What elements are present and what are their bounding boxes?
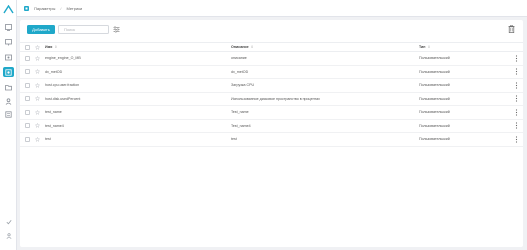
star-icon[interactable]: [35, 69, 40, 75]
list-icon: [5, 110, 12, 118]
cell-type: Пользовательский: [419, 137, 450, 142]
cell-description: dx_metOD: [231, 69, 249, 74]
sidebar-item-users[interactable]: [3, 96, 14, 106]
cell-description: Test_name: [231, 110, 249, 115]
header-type-label: Тип: [419, 45, 426, 49]
star-icon[interactable]: [35, 44, 40, 50]
cell-name[interactable]: dx_metOD: [45, 70, 62, 74]
sidebar-item-settings[interactable]: [3, 52, 14, 62]
select-all-checkbox[interactable]: [25, 44, 30, 50]
star-icon[interactable]: [35, 109, 40, 115]
cell-type: Пользовательский: [419, 123, 450, 128]
row-checkbox[interactable]: [25, 136, 30, 142]
breadcrumb: Параметры / Метрики: [17, 0, 527, 17]
cell-type: Пользовательский: [419, 56, 450, 61]
sidebar-item-metrics[interactable]: [3, 67, 14, 77]
settings-icon: [5, 54, 12, 60]
more-icon[interactable]: [515, 136, 518, 143]
sidebar-item-monitor[interactable]: [3, 37, 14, 47]
more-icon[interactable]: [515, 122, 518, 129]
header-description[interactable]: Описание ⇕: [231, 45, 254, 49]
sort-icon: ⇕: [427, 45, 431, 49]
more-icon[interactable]: [515, 95, 518, 102]
trash-icon[interactable]: [508, 25, 515, 33]
filter-icon[interactable]: [113, 26, 120, 33]
dashboard-icon: [5, 23, 12, 31]
cell-type: Пользовательский: [419, 69, 450, 74]
check-icon: [6, 219, 12, 225]
cell-name[interactable]: host.disk.usedPercent: [45, 97, 80, 101]
cell-description: описание: [231, 56, 247, 61]
logo-icon[interactable]: [3, 5, 14, 14]
more-icon[interactable]: [515, 68, 518, 75]
sidebar-item-check[interactable]: [3, 218, 14, 226]
cell-description: Загрузка CPU: [231, 83, 255, 88]
cell-type: Пользовательский: [419, 96, 450, 101]
star-icon[interactable]: [35, 82, 40, 88]
more-icon[interactable]: [515, 109, 518, 116]
table-row[interactable]: host.disk.usedPercent Использованное дис…: [20, 93, 523, 106]
cell-name[interactable]: test_name4: [45, 124, 64, 128]
row-checkbox[interactable]: [25, 109, 30, 115]
star-icon[interactable]: [35, 96, 40, 102]
table-row[interactable]: host.cpu.user.fraction Загрузка CPU Поль…: [20, 79, 523, 93]
table-header: Имя ⇕ Описание ⇕ Тип ⇕: [20, 42, 523, 52]
star-icon[interactable]: [35, 55, 40, 61]
cell-description: Использованное дисковое пространство в п…: [231, 96, 320, 101]
header-description-label: Описание: [231, 45, 249, 49]
cell-name[interactable]: test: [45, 137, 51, 141]
users-icon: [5, 97, 12, 105]
sidebar-item-user[interactable]: [3, 232, 14, 240]
sidebar-item-list[interactable]: [3, 109, 14, 119]
row-checkbox[interactable]: [25, 55, 30, 61]
monitor-icon: [5, 38, 12, 45]
table-row[interactable]: dx_metOD dx_metOD Пользовательский: [20, 66, 523, 79]
row-checkbox[interactable]: [25, 69, 30, 75]
sidebar-item-dashboard[interactable]: [3, 22, 14, 32]
table-row[interactable]: test test Пользовательский: [20, 133, 523, 147]
sort-icon: ⇕: [54, 45, 58, 49]
cell-name[interactable]: host.cpu.user.fraction: [45, 83, 79, 87]
breadcrumb-item-metrics: Метрики: [66, 5, 83, 11]
star-icon[interactable]: [35, 136, 40, 142]
row-checkbox[interactable]: [25, 123, 30, 129]
header-name[interactable]: Имя ⇕: [45, 45, 57, 49]
table-row[interactable]: engine_engine_O_MB описание Пользователь…: [20, 52, 523, 66]
sidebar-item-folder[interactable]: [3, 82, 14, 92]
search-input[interactable]: [58, 25, 109, 34]
cell-name[interactable]: test_name: [45, 110, 62, 114]
more-icon[interactable]: [515, 55, 518, 62]
metrics-table: Имя ⇕ Описание ⇕ Тип ⇕ engine_engine_O_MB о…: [20, 42, 523, 147]
breadcrumb-separator: /: [60, 5, 62, 11]
table-row[interactable]: test_name Test_name Пользовательский: [20, 106, 523, 120]
create-button[interactable]: Добавить: [27, 25, 55, 34]
row-checkbox[interactable]: [25, 96, 30, 102]
header-type[interactable]: Тип ⇕: [419, 45, 430, 49]
metrics-panel: Добавить Имя⇕ Описание⇕ Тип⇕ engine_engi…: [20, 20, 523, 247]
home-icon[interactable]: [24, 5, 29, 11]
more-icon[interactable]: [515, 82, 518, 89]
header-name-label: Имя: [45, 45, 53, 49]
cell-description: Test_name4: [231, 123, 251, 128]
cell-description: test: [231, 137, 237, 142]
cell-type: Пользовательский: [419, 110, 450, 115]
sidebar: [0, 0, 17, 250]
metrics-icon: [5, 68, 12, 76]
table-row[interactable]: test_name4 Test_name4 Пользовательский: [20, 120, 523, 133]
breadcrumb-item-parameters[interactable]: Параметры: [34, 6, 55, 11]
cell-name[interactable]: engine_engine_O_MB: [45, 56, 81, 60]
cell-type: Пользовательский: [419, 83, 450, 88]
user-icon: [6, 233, 11, 239]
folder-icon: [5, 84, 12, 90]
row-checkbox[interactable]: [25, 82, 30, 88]
star-icon[interactable]: [35, 123, 40, 129]
sort-icon: ⇕: [250, 45, 254, 49]
